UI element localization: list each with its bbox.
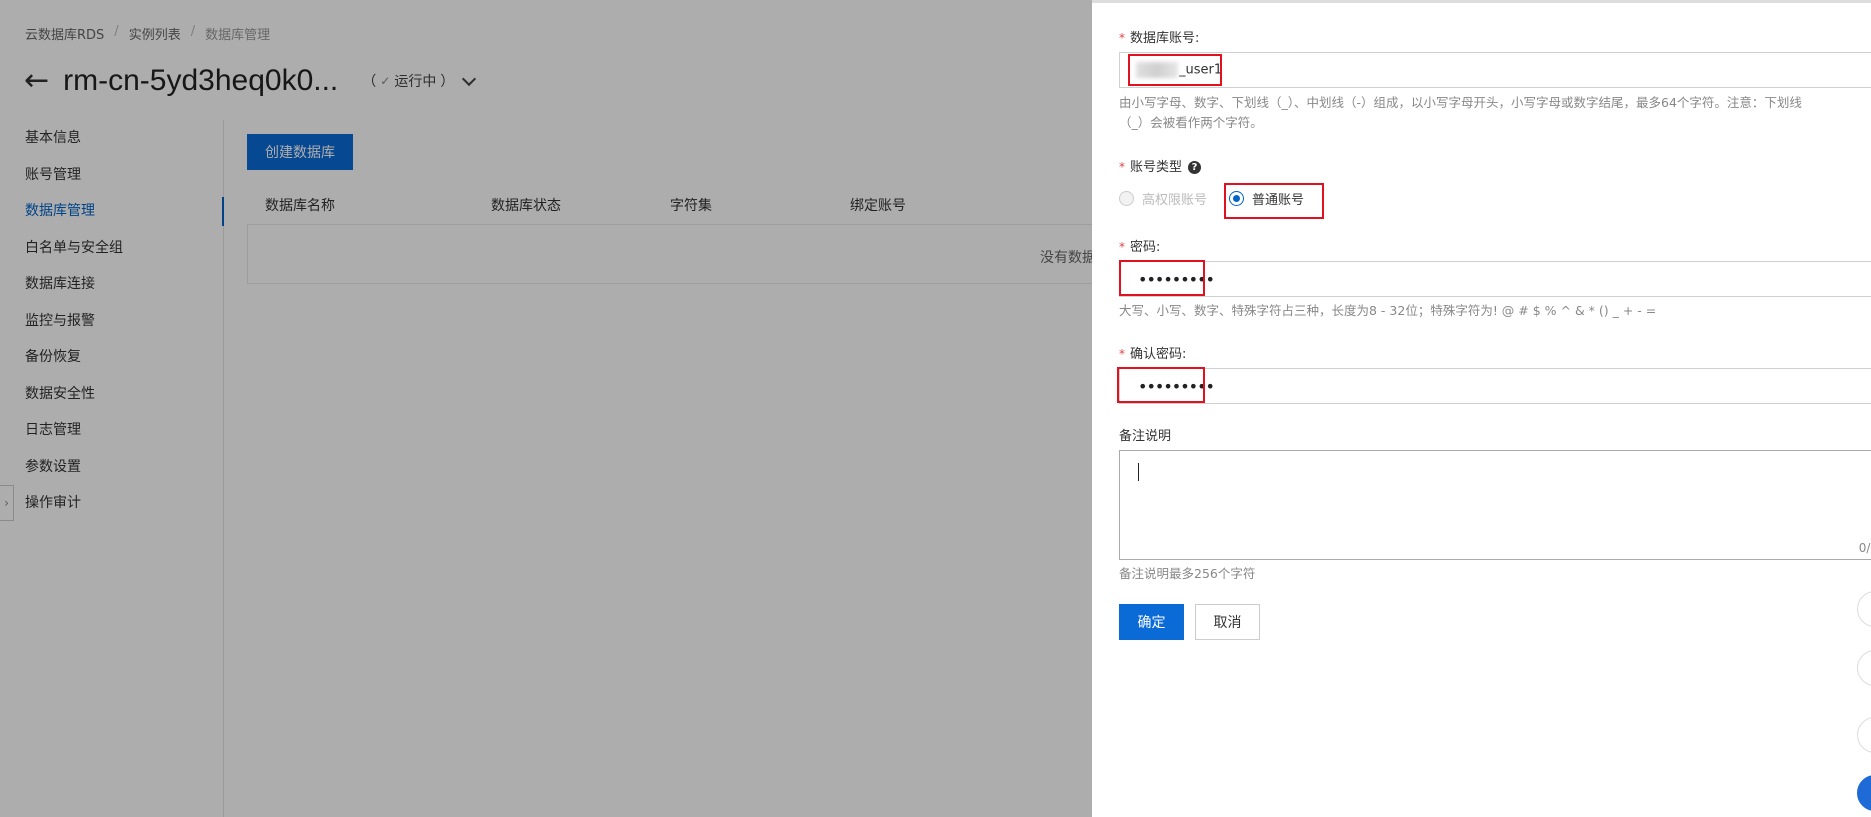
password-hint: 大写、小写、数字、特殊字符占三种，长度为8 - 32位；特殊字符为! @ # $… (1119, 303, 1657, 318)
remark-label: 备注说明 (1119, 429, 1172, 444)
highlight-box (1224, 183, 1324, 219)
highlight-box (1119, 260, 1205, 296)
highlight-box (1128, 54, 1222, 86)
question-icon[interactable]: ? (1188, 161, 1202, 174)
password-input[interactable]: ••••••••• (1119, 261, 1871, 297)
float-helper-button[interactable] (1857, 591, 1871, 627)
password-label: * 密码: (1119, 240, 1161, 255)
float-chat-button[interactable] (1857, 775, 1871, 811)
float-helper-button[interactable] (1857, 717, 1871, 753)
highlight-box (1117, 367, 1205, 403)
account-hint: 由小写字母、数字、下划线（_）、中划线（-）组成，以小写字母开头，小写字母或数字… (1119, 95, 1802, 130)
remark-hint: 备注说明最多256个字符 (1119, 566, 1256, 581)
remark-counter: 0/2 (1858, 541, 1871, 555)
confirm-button[interactable]: 确定 (1119, 604, 1184, 640)
remark-textarea[interactable]: 0/2 (1119, 450, 1871, 560)
account-type-label: * 账号类型? (1119, 156, 1202, 175)
confirm-password-label: * 确认密码: (1119, 347, 1187, 362)
text-caret (1138, 463, 1139, 481)
confirm-password-input[interactable]: ••••••••• (1119, 368, 1871, 404)
create-account-drawer: * 数据库账号: _user1 由小写字母、数字、下划线（_）、中划线（-）组成，… (1092, 0, 1871, 817)
radio-privileged-account[interactable]: 高权限账号 (1119, 189, 1207, 208)
required-mark: * (1119, 160, 1125, 174)
float-helper-button[interactable] (1857, 650, 1871, 686)
account-label: * 数据库账号: (1119, 31, 1200, 46)
cancel-button[interactable]: 取消 (1195, 604, 1260, 640)
radio-circle (1119, 191, 1134, 206)
required-mark: * (1119, 31, 1125, 45)
modal-overlay[interactable] (0, 0, 1092, 817)
required-mark: * (1119, 347, 1125, 361)
required-mark: * (1119, 240, 1125, 254)
account-input[interactable]: _user1 (1119, 52, 1871, 88)
